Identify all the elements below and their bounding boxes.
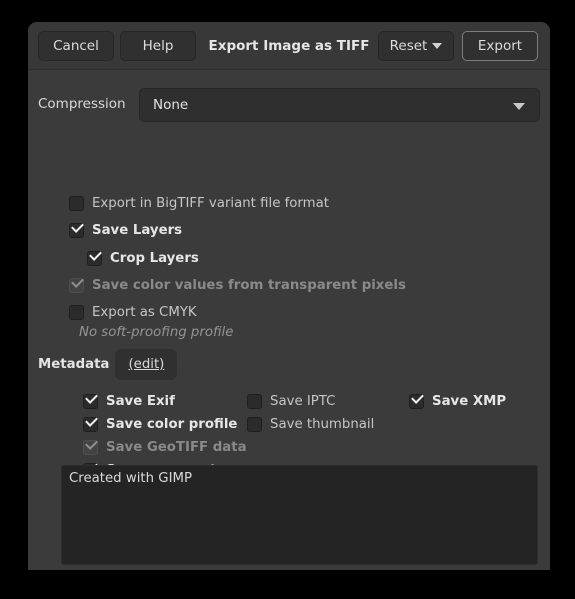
chevron-down-icon [513, 103, 525, 110]
help-button[interactable]: Help [120, 31, 196, 61]
checkbox-unchecked-icon [247, 416, 262, 432]
compression-selected-value: None [153, 97, 189, 113]
option-save-color-values-from-transparent-pixels-label: Save color values from transparent pixel… [92, 277, 406, 293]
export-button[interactable]: Export [462, 31, 538, 61]
checkbox-checked-icon [83, 436, 98, 455]
metadata-label: Metadata [38, 357, 110, 372]
option-export-in-bigtiff-variant-file-format[interactable]: Export in BigTIFF variant file format [69, 192, 329, 214]
metadata-save-iptc[interactable]: Save IPTC [247, 390, 335, 412]
compression-label: Compression [38, 96, 126, 112]
metadata-edit-button[interactable]: (edit) [115, 349, 178, 380]
checkbox-unchecked-icon [69, 195, 84, 211]
check-icon [85, 436, 98, 450]
option-export-as-cmyk-label: Export as CMYK [92, 304, 197, 320]
check-icon [71, 274, 84, 288]
metadata-save-xmp-label: Save XMP [432, 393, 507, 409]
metadata-save-color-profile-label: Save color profile [106, 416, 238, 432]
metadata-save-exif-label: Save Exif [106, 393, 175, 409]
metadata-save-exif[interactable]: Save Exif [83, 390, 175, 412]
metadata-save-thumbnail[interactable]: Save thumbnail [247, 413, 374, 435]
export-tiff-dialog: Cancel Help Export Image as TIFF Reset E… [28, 22, 550, 570]
check-icon [85, 413, 98, 427]
checkbox-unchecked-icon [69, 304, 84, 320]
option-export-as-cmyk[interactable]: Export as CMYK [69, 301, 197, 323]
checkbox-checked-icon [409, 390, 424, 409]
checkbox-unchecked-icon [247, 393, 262, 409]
checkbox-checked-icon [83, 413, 98, 432]
metadata-save-color-profile[interactable]: Save color profile [83, 413, 237, 435]
chevron-down-icon [432, 43, 443, 49]
compression-row: Compression None [38, 88, 540, 122]
metadata-save-iptc-label: Save IPTC [270, 393, 336, 409]
metadata-save-geotiff-data: Save GeoTIFF data [83, 436, 247, 458]
option-save-layers-label: Save Layers [92, 222, 183, 238]
option-export-in-bigtiff-variant-file-format-label: Export in BigTIFF variant file format [92, 195, 329, 211]
metadata-row: Metadata (edit) [38, 349, 178, 380]
option-save-layers[interactable]: Save Layers [69, 219, 182, 241]
metadata-save-geotiff-data-label: Save GeoTIFF data [106, 439, 247, 455]
option-save-color-values-from-transparent-pixels: Save color values from transparent pixel… [69, 274, 406, 296]
option-crop-layers[interactable]: Crop Layers [87, 247, 199, 269]
check-icon [85, 390, 98, 404]
compression-select[interactable]: None [139, 88, 540, 122]
comment-value: Created with GIMP [69, 471, 193, 486]
soft-proofing-note: No soft-proofing profile [79, 325, 234, 340]
option-crop-layers-label: Crop Layers [110, 250, 199, 266]
metadata-save-xmp[interactable]: Save XMP [409, 390, 506, 412]
comment-textarea[interactable]: Created with GIMP [61, 465, 538, 565]
dialog-header-bar: Cancel Help Export Image as TIFF Reset E… [28, 22, 550, 70]
checkbox-checked-icon [69, 274, 84, 293]
checkbox-checked-icon [69, 219, 84, 238]
check-icon [71, 219, 84, 233]
cancel-button[interactable]: Cancel [38, 31, 114, 61]
reset-label: Reset [389, 38, 428, 54]
checkbox-checked-icon [83, 390, 98, 409]
metadata-save-thumbnail-label: Save thumbnail [270, 416, 375, 432]
check-icon [411, 390, 424, 404]
reset-dropdown-button[interactable]: Reset [378, 31, 454, 61]
dialog-body: Compression None Export in BigTIFF varia… [28, 70, 550, 570]
checkbox-checked-icon [87, 247, 102, 266]
check-icon [89, 247, 102, 261]
